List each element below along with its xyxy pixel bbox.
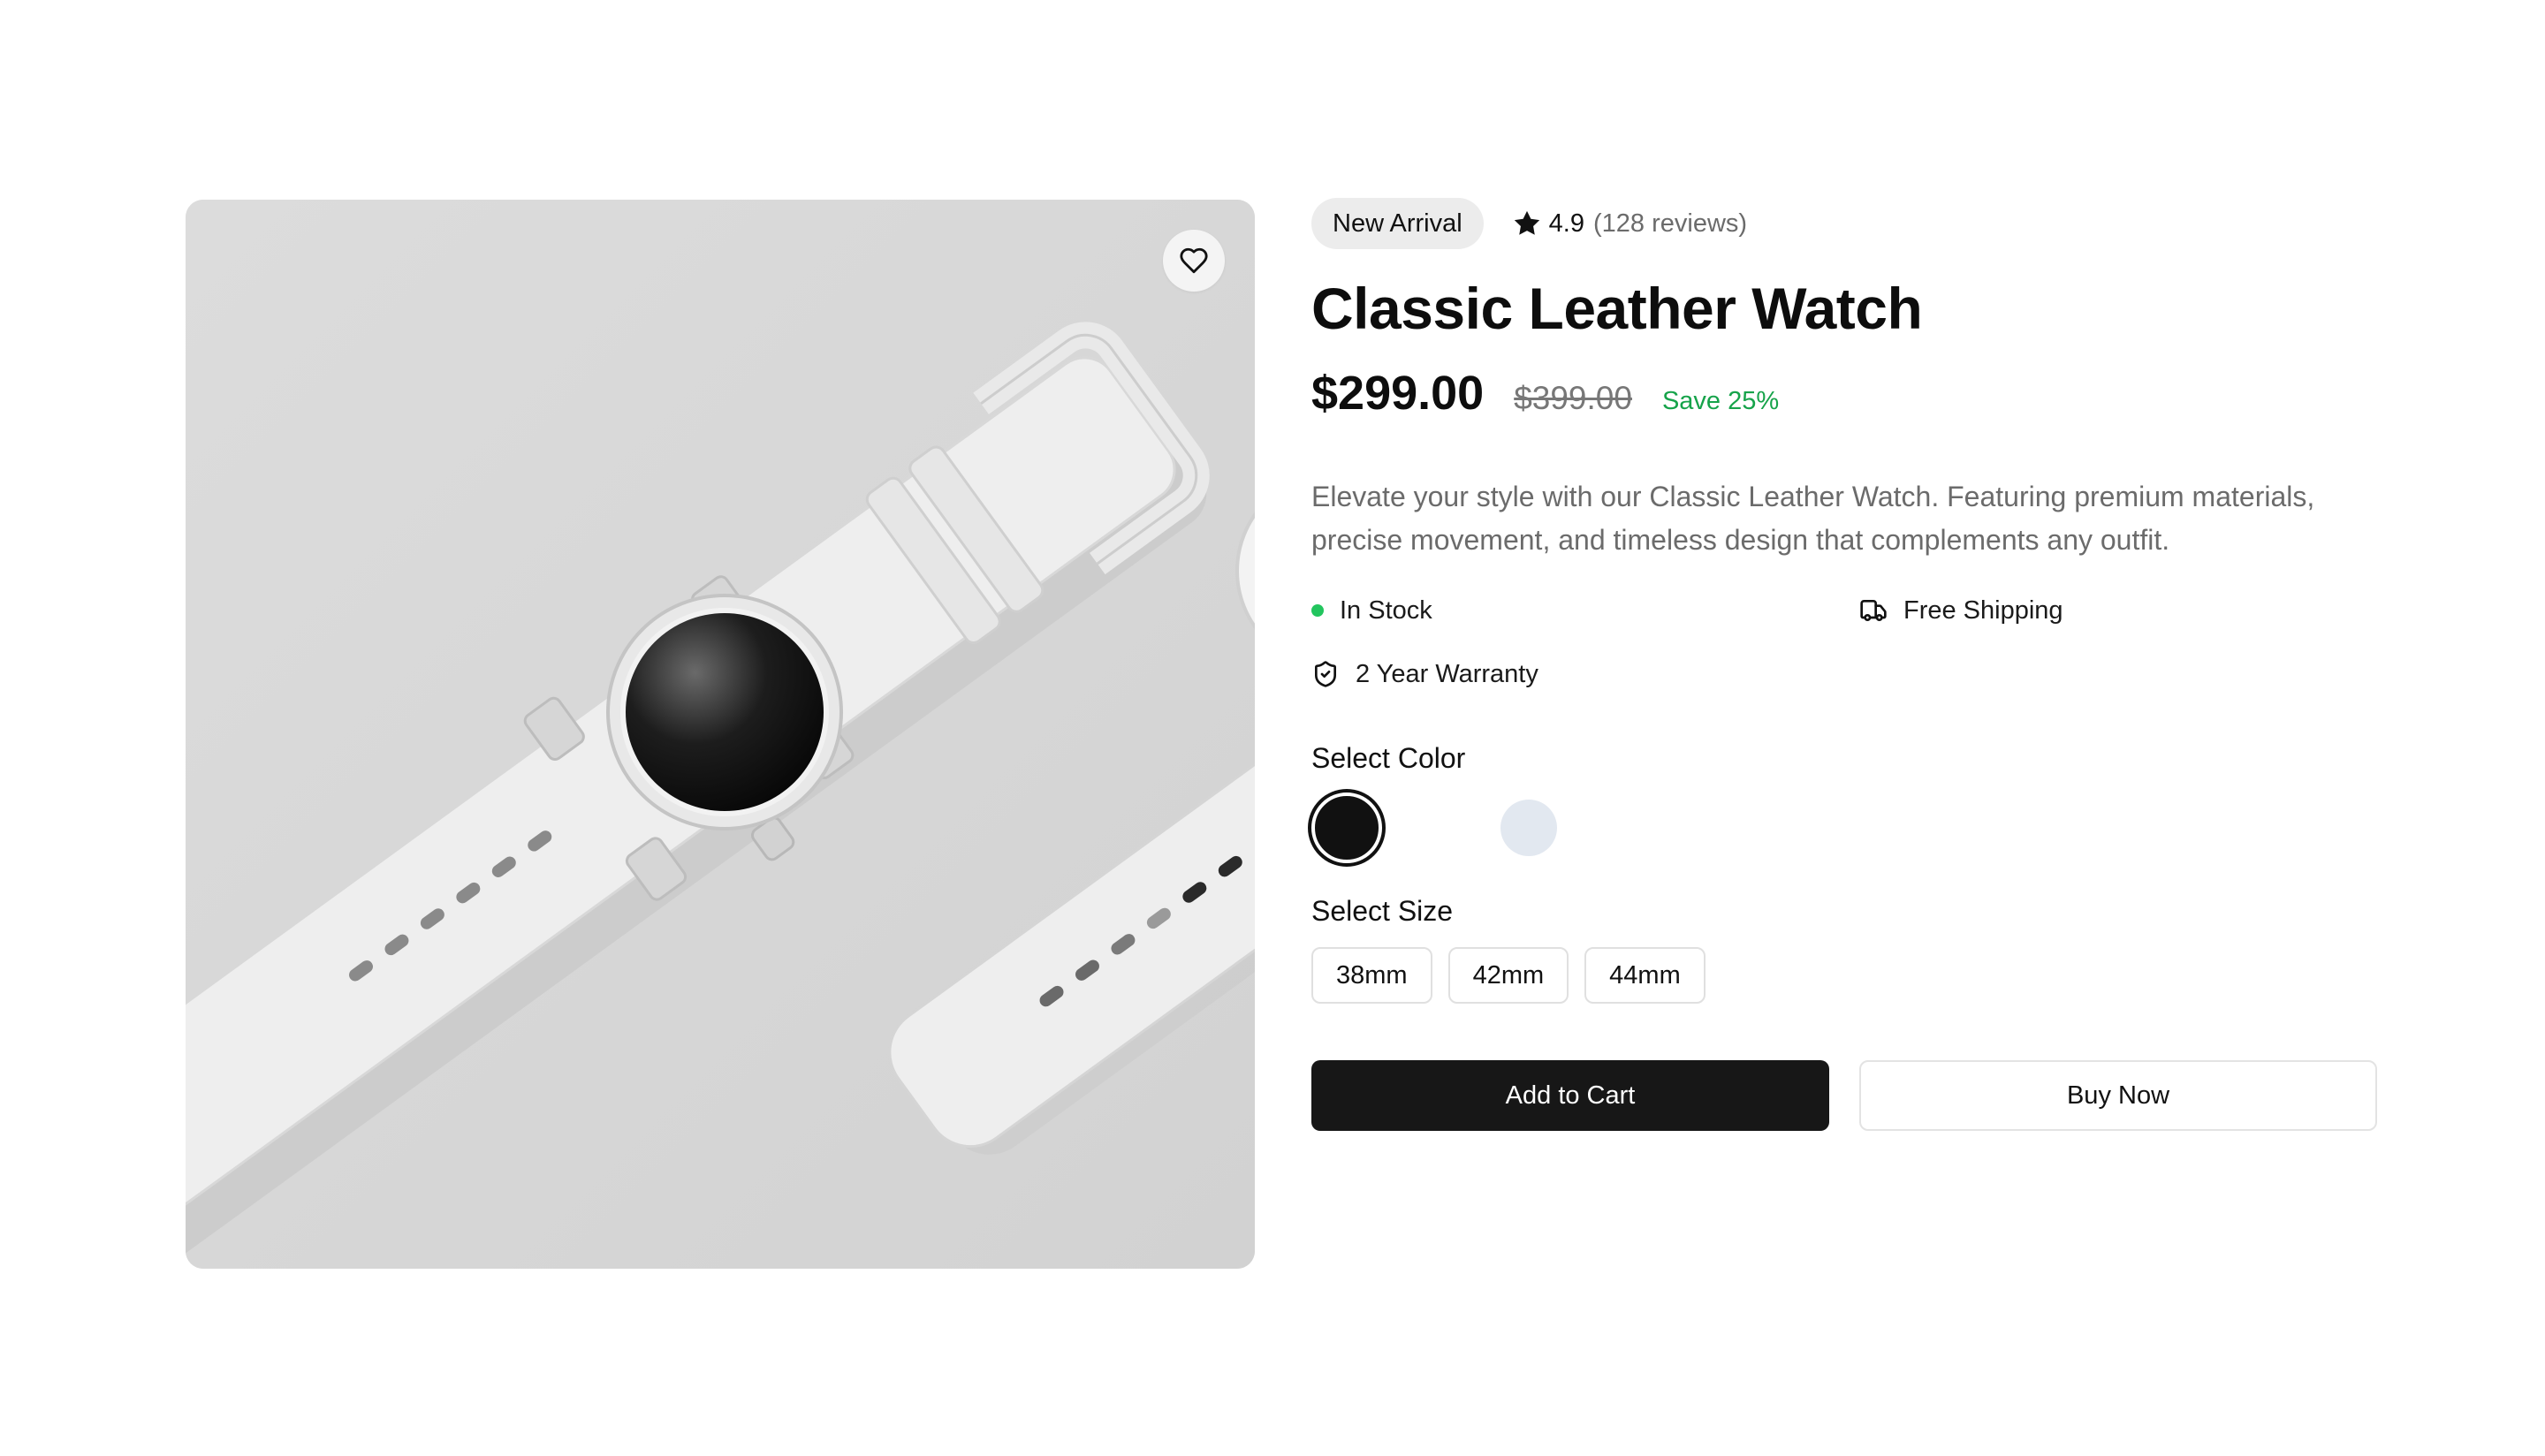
purchase-actions: Add to Cart Buy Now [1311,1060,2381,1131]
product-details: New Arrival 4.9 (128 reviews) Classic Le… [1311,196,2381,1131]
current-price: $299.00 [1311,367,1485,420]
size-option[interactable]: 44mm [1584,947,1706,1004]
feature-label: 2 Year Warranty [1356,659,1538,688]
product-title: Classic Leather Watch [1311,276,1923,341]
color-label: Select Color [1311,742,1466,774]
size-option[interactable]: 38mm [1311,947,1432,1004]
truck-icon [1860,600,1887,621]
color-swatches [1311,792,2381,863]
shield-check-icon [1315,661,1336,687]
buy-now-button[interactable]: Buy Now [1859,1060,2377,1131]
price-row: $299.00 $399.00 Save 25% [1311,366,2381,421]
review-count[interactable]: (128 reviews) [1593,209,1747,239]
color-swatch-white[interactable] [1417,800,1474,856]
favorite-button[interactable] [1163,230,1225,292]
rating: 4.9 (128 reviews) [1512,209,1747,239]
color-swatch-light-gray[interactable] [1500,800,1557,856]
rating-value: 4.9 [1548,209,1584,238]
add-to-cart-button[interactable]: Add to Cart [1311,1060,1829,1131]
size-label: Select Size [1311,895,1454,927]
feature-label: In Stock [1340,595,1432,625]
new-arrival-badge: New Arrival [1311,198,1484,249]
product-page: New Arrival 4.9 (128 reviews) Classic Le… [0,0,2545,1456]
size-option[interactable]: 42mm [1447,947,1569,1004]
feature-label: Free Shipping [1903,595,2063,625]
star-icon [1514,210,1539,235]
feature-warranty: 2 Year Warranty [1311,657,1859,691]
feature-in-stock: In Stock [1311,594,1859,627]
watch-illustration [186,200,1255,1269]
size-options: 38mm 42mm 44mm [1311,947,2381,1004]
product-image [186,200,1255,1269]
original-price: $399.00 [1514,380,1632,416]
feature-list: In Stock Free Shipping 2 Year Warranty [1311,594,2381,691]
feature-free-shipping: Free Shipping [1859,594,2354,627]
color-swatch-black[interactable] [1311,792,1382,863]
meta-row: New Arrival 4.9 (128 reviews) [1311,196,2381,251]
product-description: Elevate your style with our Classic Leat… [1311,481,2315,556]
discount-label: Save 25% [1661,387,1780,415]
heart-icon [1180,247,1208,274]
stock-status-dot [1311,604,1324,617]
